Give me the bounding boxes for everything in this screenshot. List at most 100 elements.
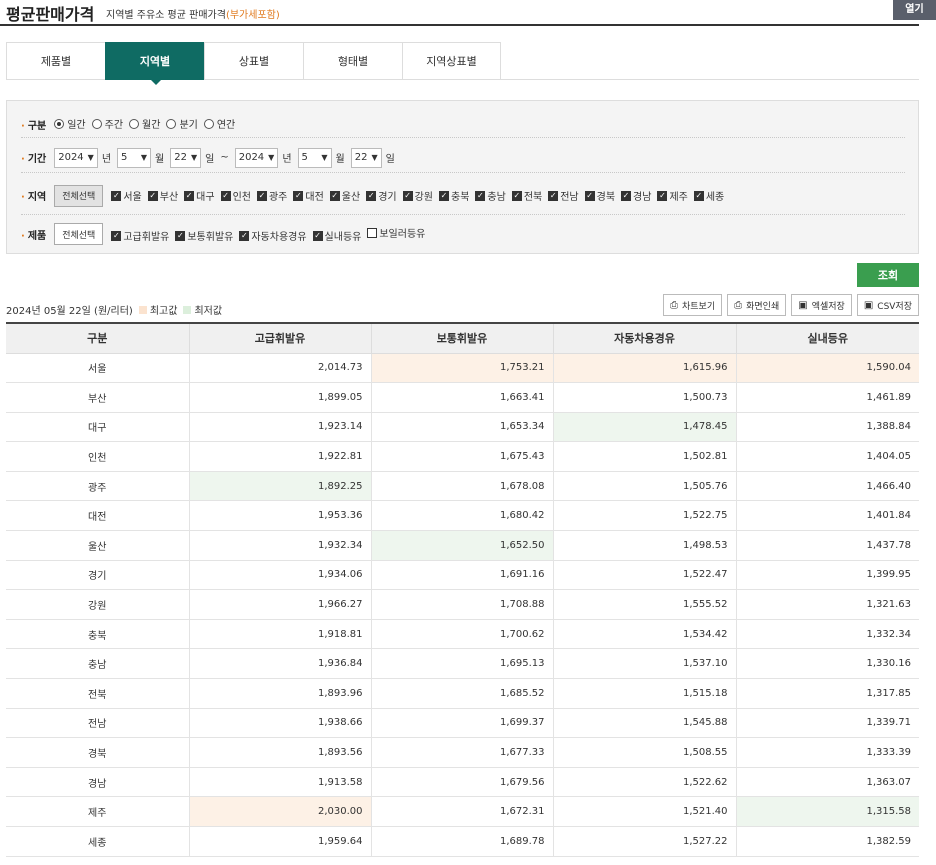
tab-1[interactable]: 지역별 (105, 42, 204, 85)
period-radio[interactable]: 주간 (91, 116, 124, 132)
region-checkbox[interactable]: ✓ 대전 (293, 188, 324, 203)
price-cell: 1,508.55 (552, 737, 737, 768)
price-cell: 1,653.34 (370, 411, 554, 443)
column-header[interactable]: 실내등유 (735, 323, 919, 354)
tab-3[interactable]: 형태별 (303, 42, 402, 80)
region-select-all-button[interactable]: 전체선택 (54, 184, 104, 207)
action-button-0[interactable]: ⎙ 차트보기 (663, 294, 723, 316)
end-month-select[interactable]: 5 ▼ (297, 147, 332, 168)
price-cell: 1,515.18 (552, 678, 737, 709)
region-cell: 전남 (6, 707, 190, 739)
product-checkbox[interactable]: ✓ 자동차용경유 (239, 228, 307, 243)
column-header[interactable]: 자동차용경유 (552, 323, 737, 354)
category-tabs: 제품별 지역별 상표별 형태별 지역상표별 (6, 42, 919, 85)
radio-label: 분기 (179, 120, 198, 132)
product-checkbox[interactable]: 보일러등유 (367, 225, 425, 240)
table-row: 제주 2,030.00 1,672.31 1,521.40 1,315.58 (6, 796, 919, 827)
price-cell: 1,938.66 (188, 707, 372, 739)
region-cell: 대전 (6, 500, 190, 532)
price-cell: 1,753.21 (370, 352, 554, 384)
region-checkbox[interactable]: ✓ 강원 (402, 188, 433, 203)
radio-label: 주간 (104, 120, 124, 132)
region-checkbox[interactable]: ✓ 전북 (511, 188, 542, 203)
price-cell: 1,404.05 (735, 441, 919, 472)
region-checkbox[interactable]: ✓ 부산 (147, 188, 178, 203)
action-button-2[interactable]: ▣ 엑셀저장 (791, 294, 852, 316)
price-cell: 1,315.58 (735, 796, 919, 827)
column-header[interactable]: 보통휘발유 (370, 323, 554, 354)
table-row: 세종 1,959.64 1,689.78 1,527.22 1,382.59 (6, 826, 919, 857)
region-checkbox[interactable]: ✓ 세종 (693, 188, 724, 203)
start-year-select[interactable]: 2024 ▼ (54, 147, 98, 168)
column-header[interactable]: 구분 (6, 323, 190, 354)
product-checkbox[interactable]: ✓ 고급휘발유 (111, 228, 169, 243)
price-cell: 1,959.64 (188, 826, 372, 857)
tab-2[interactable]: 상표별 (204, 42, 303, 80)
region-checkbox[interactable]: ✓ 경기 (366, 188, 397, 203)
region-checkbox[interactable]: ✓ 충북 (439, 188, 469, 203)
product-checkbox[interactable]: ✓ 보통휘발유 (175, 228, 233, 243)
tab-0[interactable]: 제품별 (6, 42, 105, 80)
region-checkbox[interactable]: ✓ 광주 (256, 188, 287, 203)
price-cell: 1,500.73 (552, 382, 737, 413)
chevron-down-icon: ▼ (371, 153, 378, 162)
period-radio[interactable]: 일간 (54, 116, 86, 131)
checkbox-label: 제주 (669, 192, 688, 203)
tab-4[interactable]: 지역상표별 (402, 42, 501, 80)
chevron-down-icon: ▼ (87, 153, 94, 162)
price-cell: 1,332.34 (735, 618, 919, 650)
table-row: 경북 1,893.56 1,677.33 1,508.55 1,333.39 (6, 737, 919, 768)
region-checkbox[interactable]: ✓ 울산 (329, 188, 360, 203)
save-icon: ▣ (863, 299, 874, 311)
unit-year: 년 (282, 154, 292, 165)
price-cell: 1,923.14 (188, 411, 372, 443)
price-cell: 1,545.88 (552, 707, 737, 739)
checkbox-icon: ✓ (175, 230, 186, 241)
checkbox-label: 충남 (487, 192, 506, 203)
period-radio[interactable]: 월간 (129, 116, 160, 131)
period-type-row: · 구분 일간 주간 월간 분기 연간 (21, 111, 905, 138)
action-button-1[interactable]: ⎙ 화면인쇄 (727, 294, 787, 316)
product-select-all-button[interactable]: 전체선택 (54, 223, 104, 245)
table-row: 부산 1,899.05 1,663.41 1,500.73 1,461.89 (6, 382, 919, 413)
region-checkbox[interactable]: ✓ 서울 (111, 188, 142, 203)
price-cell: 1,691.16 (370, 559, 554, 591)
region-checkbox[interactable]: ✓ 대구 (184, 188, 215, 203)
end-day-select[interactable]: 22 ▼ (350, 147, 382, 168)
checkbox-label: 대전 (305, 192, 324, 203)
page-header: 평균판매가격 지역별 주유소 평균 판매가격(부가세포함) (0, 0, 919, 26)
price-cell: 2,030.00 (188, 796, 372, 827)
region-cell: 세종 (6, 826, 190, 857)
price-cell: 1,478.45 (552, 411, 737, 443)
query-button[interactable]: 조회 (857, 263, 919, 287)
region-cell: 부산 (6, 382, 190, 413)
price-cell: 1,652.50 (370, 530, 554, 561)
region-checkbox[interactable]: ✓ 충남 (475, 188, 506, 203)
action-label: 엑셀저장 (811, 301, 845, 312)
price-cell: 1,685.52 (370, 678, 554, 709)
unit-month: 월 (335, 154, 345, 165)
radio-icon (129, 118, 140, 129)
start-month-select[interactable]: 5 ▼ (117, 147, 152, 168)
region-checkbox[interactable]: ✓ 경북 (584, 188, 615, 203)
price-cell: 1,521.40 (552, 796, 737, 827)
table-row: 강원 1,966.27 1,708.88 1,555.52 1,321.63 (6, 589, 919, 620)
end-year-select[interactable]: 2024 ▼ (234, 147, 279, 168)
checkbox-icon: ✓ (312, 230, 323, 241)
column-header[interactable]: 고급휘발유 (188, 323, 372, 354)
result-date: 2024년 05월 22일 (6, 306, 91, 317)
region-checkbox[interactable]: ✓ 제주 (657, 188, 688, 203)
chevron-down-icon: ▼ (190, 153, 198, 162)
region-checkbox[interactable]: ✓ 전남 (548, 188, 579, 203)
product-checkbox[interactable]: ✓ 실내등유 (312, 228, 361, 243)
start-day-select[interactable]: 22 ▼ (170, 147, 202, 168)
period-radio[interactable]: 분기 (166, 116, 198, 132)
open-button[interactable]: 열기 (893, 0, 936, 20)
price-cell: 1,934.06 (188, 559, 372, 591)
price-cell: 1,522.62 (552, 766, 737, 798)
action-button-3[interactable]: ▣ CSV저장 (856, 294, 919, 316)
chevron-down-icon: ▼ (140, 153, 148, 162)
region-checkbox[interactable]: ✓ 경남 (621, 188, 651, 203)
region-checkbox[interactable]: ✓ 인천 (220, 188, 251, 203)
period-radio[interactable]: 연간 (203, 116, 235, 131)
